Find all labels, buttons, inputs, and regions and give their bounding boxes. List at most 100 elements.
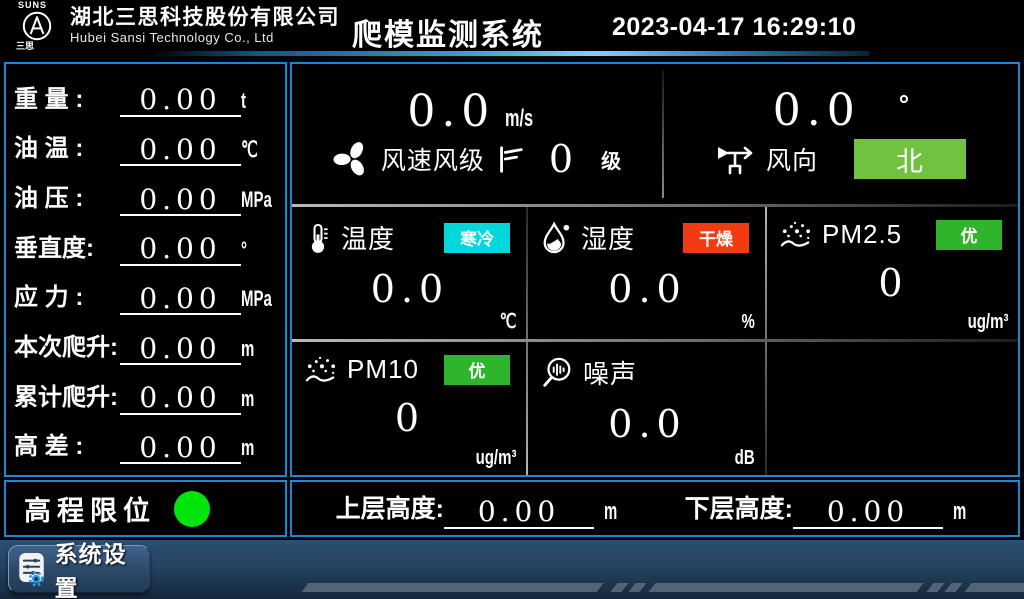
sensor-cell-temperature: 温度 寒冷 0.0 ℃ <box>292 207 526 339</box>
measure-row-verticality: 垂直度: 0.00 ° <box>14 222 277 266</box>
wind-direction-unit: ° <box>899 89 909 120</box>
sensor-unit: % <box>742 311 755 334</box>
upper-height-value: 0.00 <box>444 497 594 528</box>
sensor-label: 湿度 <box>581 219 635 256</box>
measure-label: 重 量 : <box>14 79 120 117</box>
lower-height-value: 0.00 <box>793 497 943 528</box>
footer-stripe <box>926 583 944 592</box>
sensor-cell-pm25: PM2.5 优 0 ug/m³ <box>767 207 1018 339</box>
measure-unit: ° <box>241 237 265 266</box>
footer-stripe <box>944 583 962 592</box>
pm25-dust-icon <box>779 220 813 250</box>
footer-stripe <box>301 583 603 592</box>
sensor-unit: ug/m³ <box>475 447 516 470</box>
logo-suns-text: SUNS <box>18 1 47 10</box>
wind-speed-block: 0.0 m/s 风速风级 <box>292 64 662 204</box>
sensor-cell-noise: 噪声 0.0 dB <box>528 342 765 475</box>
footer-stripe <box>964 583 1024 592</box>
measure-value: 0.00 <box>120 135 241 166</box>
measure-row-stress: 应 力 : 0.00 MPa <box>14 271 277 315</box>
wind-level-unit: 级 <box>601 145 621 174</box>
sensor-value: 0.0 <box>304 270 516 308</box>
elevation-limit-box: 高程限位 <box>4 480 287 537</box>
sansi-logo-icon <box>21 10 53 42</box>
measure-unit: ℃ <box>241 137 265 166</box>
wind-direction-value: 0.0 <box>773 89 861 133</box>
pm10-status-badge: 优 <box>444 355 510 385</box>
elevation-limit-label: 高程限位 <box>24 489 156 528</box>
footer-stripe <box>648 583 923 592</box>
settings-button-label: 系统设置 <box>55 540 141 599</box>
sensor-label: 噪声 <box>583 354 637 391</box>
layer-heights-box: 上层高度: 0.00 m 下层高度: 0.00 m <box>290 480 1020 537</box>
system-settings-button[interactable]: 系统设置 <box>8 545 150 593</box>
measure-label: 应 力 : <box>14 277 120 315</box>
climbing-formwork-monitor-screen: SUNS 三思 湖北三思科技股份有限公司 Hubei Sansi Technol… <box>0 0 1024 599</box>
upper-height-unit: m <box>604 498 617 529</box>
measure-value: 0.00 <box>120 383 241 414</box>
wind-direction-block: 0.0 ° 风向 北 <box>664 64 1018 204</box>
measure-row-current-climb: 本次爬升: 0.00 m <box>14 321 277 365</box>
company-name-cn: 湖北三思科技股份有限公司 <box>70 6 340 30</box>
datetime-display: 2023-04-17 16:29:10 <box>612 13 856 42</box>
measure-unit: t <box>241 88 265 117</box>
measure-row-oil-pressure: 油 压 : 0.00 MPa <box>14 172 277 216</box>
sensor-value: 0 <box>304 399 516 437</box>
sensor-label: PM2.5 <box>822 219 902 250</box>
wind-direction-label: 风向 <box>766 141 818 177</box>
measure-value: 0.00 <box>120 433 241 464</box>
wind-speed-value: 0.0 <box>407 90 495 134</box>
measure-row-total-climb: 累计爬升: 0.00 m <box>14 371 277 415</box>
upper-height-group: 上层高度: 0.00 m <box>336 489 626 529</box>
temperature-status-badge: 寒冷 <box>444 223 510 253</box>
measure-value: 0.00 <box>120 185 241 216</box>
measure-value: 0.00 <box>120 334 241 365</box>
pm25-status-badge: 优 <box>936 220 1002 250</box>
measure-value: 0.00 <box>120 234 241 265</box>
footer-stripe <box>610 583 628 592</box>
environment-panel: 0.0 m/s 风速风级 <box>290 62 1020 477</box>
measure-label: 油 压 : <box>14 178 120 216</box>
measure-label: 垂直度: <box>14 228 120 266</box>
sensor-label: 温度 <box>341 219 395 256</box>
sensor-grid: 温度 寒冷 0.0 ℃ 湿度 干燥 0.0 % <box>292 207 1018 475</box>
measure-unit: m <box>241 336 265 365</box>
elevation-limit-status-indicator <box>174 491 210 527</box>
sensor-value: 0.0 <box>540 270 755 308</box>
wind-speed-unit: m/s <box>505 105 533 133</box>
measure-label: 本次爬升: <box>14 327 120 365</box>
measure-label: 油 温 : <box>14 128 120 166</box>
header-gradient-divider <box>148 51 870 56</box>
wind-level-flag-icon <box>495 143 525 175</box>
footer-stripe <box>628 583 646 592</box>
measure-row-weight: 重 量 : 0.00 t <box>14 73 277 117</box>
company-logo: SUNS 三思 湖北三思科技股份有限公司 Hubei Sansi Technol… <box>8 1 340 51</box>
measure-row-oil-temp: 油 温 : 0.00 ℃ <box>14 122 277 166</box>
sensor-unit: ℃ <box>499 309 516 334</box>
measurements-panel: 重 量 : 0.00 t 油 温 : 0.00 ℃ 油 压 : 0.00 MPa… <box>4 62 287 477</box>
company-name-en: Hubei Sansi Technology Co., Ltd <box>70 31 340 46</box>
wind-speed-label: 风速风级 <box>381 141 485 177</box>
logo-cn-text: 三思 <box>16 42 34 51</box>
wind-direction-badge: 北 <box>854 139 966 179</box>
lower-height-label: 下层高度: <box>685 489 793 529</box>
upper-height-label: 上层高度: <box>336 489 444 529</box>
measure-unit: MPa <box>241 286 265 315</box>
sensor-cell-empty <box>767 342 1018 475</box>
wind-section: 0.0 m/s 风速风级 <box>292 64 1018 204</box>
droplet-icon <box>540 221 572 255</box>
pm10-dust-icon <box>304 355 338 385</box>
lower-height-group: 下层高度: 0.00 m <box>685 489 975 529</box>
measure-value: 0.00 <box>120 284 241 315</box>
wind-vane-icon <box>716 143 756 175</box>
company-name-block: 湖北三思科技股份有限公司 Hubei Sansi Technology Co.,… <box>70 6 340 45</box>
sensor-cell-pm10: PM10 优 0 ug/m³ <box>292 342 526 475</box>
footer-bar: 系统设置 <box>0 540 1024 599</box>
measure-unit: m <box>241 386 265 415</box>
sensor-value: 0.0 <box>540 405 755 443</box>
measure-value: 0.00 <box>120 85 241 116</box>
page-title: 爬模监测系统 <box>352 10 544 54</box>
lower-height-unit: m <box>953 498 966 529</box>
grid-horizontal-divider <box>292 339 1018 342</box>
settings-sliders-icon <box>17 549 48 589</box>
